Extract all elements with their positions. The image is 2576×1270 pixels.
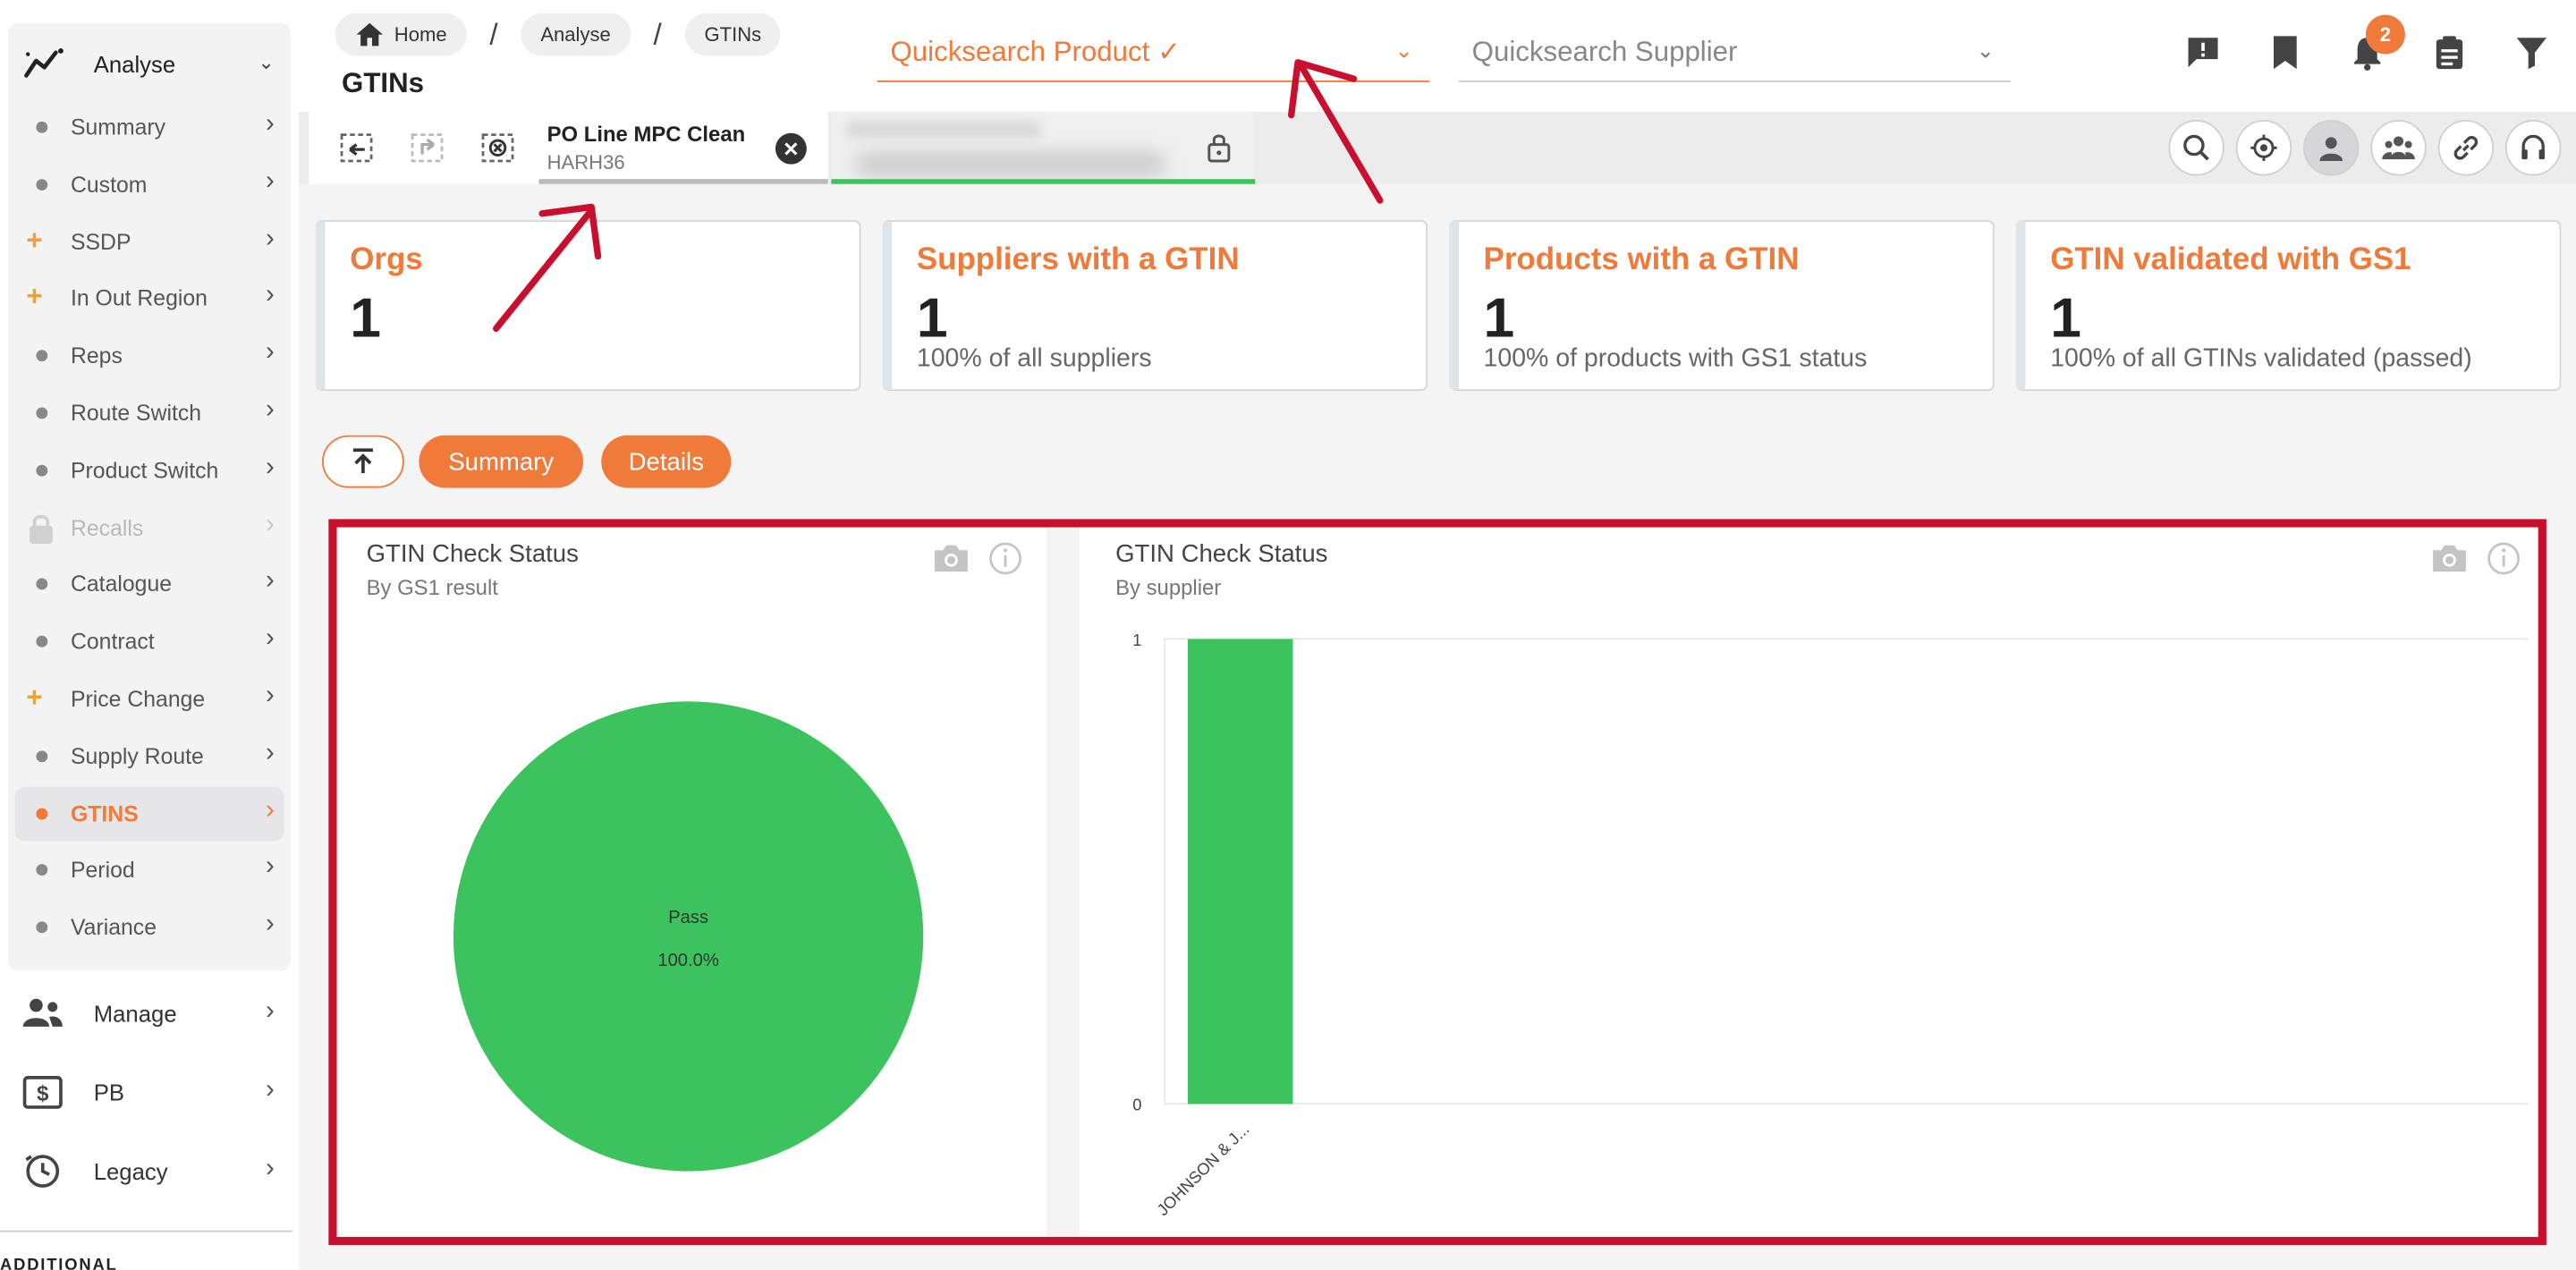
annotation-arrow	[493, 203, 602, 333]
app-root: Analyse ⌄ Summary › Custom › + SSDP › + In Out R…	[0, 0, 2576, 1270]
annotation-arrows	[493, 59, 1384, 333]
annotation-arrow	[1287, 59, 1384, 204]
